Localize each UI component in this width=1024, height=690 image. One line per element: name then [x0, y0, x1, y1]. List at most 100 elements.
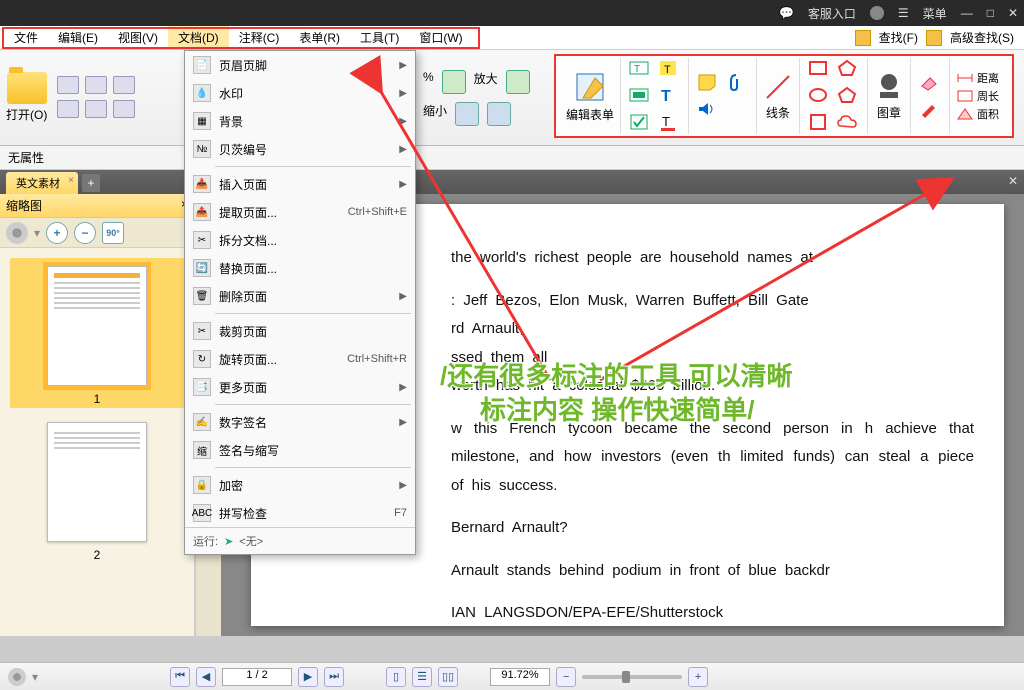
highlight-icon[interactable]: T — [656, 57, 680, 79]
thumbnail-page-2[interactable] — [47, 422, 147, 542]
tab-close-icon[interactable]: × — [68, 175, 74, 186]
button-icon[interactable] — [627, 84, 651, 106]
minimize-button[interactable]: — — [961, 6, 973, 20]
maximize-button[interactable]: □ — [987, 6, 994, 20]
rectangle-icon[interactable] — [806, 57, 830, 79]
advanced-find-icon[interactable] — [926, 30, 942, 46]
find-label[interactable]: 查找(F) — [879, 29, 918, 46]
thumbnails-panel: 缩略图 × ▾ + − 90° 1 2 — [0, 194, 195, 636]
dropdown-arrow-icon[interactable]: ▾ — [34, 226, 40, 240]
zoom-out-icon[interactable] — [506, 70, 530, 94]
page-number-input[interactable]: 1 / 2 — [222, 668, 292, 686]
menu-item[interactable]: №贝茨编号▶ — [185, 135, 415, 163]
camera-icon[interactable] — [113, 100, 135, 118]
pentagon-icon[interactable] — [835, 84, 859, 106]
menu-item-label: 替换页面... — [219, 260, 277, 277]
sound-icon[interactable] — [695, 98, 719, 120]
menu-item[interactable]: ABC拼写检查F7 — [185, 499, 415, 527]
text-color-icon[interactable]: T — [656, 111, 680, 133]
menu-item[interactable]: 💧水印▶ — [185, 79, 415, 107]
zoom-slider[interactable] — [582, 675, 682, 679]
close-button[interactable]: ✕ — [1008, 6, 1018, 20]
menu-document[interactable]: 文档(D) — [168, 26, 229, 49]
print-icon[interactable] — [57, 76, 79, 94]
note-icon[interactable] — [695, 71, 719, 93]
text-field-icon[interactable]: T — [627, 57, 651, 79]
menu-item[interactable]: 📄页眉页脚▶ — [185, 51, 415, 79]
zoom-in-icon[interactable] — [442, 70, 466, 94]
zoom-out-status-icon[interactable]: − — [556, 667, 576, 687]
menu-item[interactable]: 🔒加密▶ — [185, 471, 415, 499]
zoom-in-thumb-icon[interactable]: + — [46, 222, 68, 244]
email-icon[interactable] — [85, 76, 107, 94]
scan-icon[interactable] — [57, 100, 79, 118]
menu-item-icon: 📤 — [193, 203, 211, 221]
dropdown-footer[interactable]: 运行: ➤ <无> — [185, 527, 415, 554]
layout-single-icon[interactable]: ▯ — [386, 667, 406, 687]
submenu-arrow-icon: ▶ — [399, 382, 407, 393]
menu-item[interactable]: ✍数字签名▶ — [185, 408, 415, 436]
find-icon[interactable] — [855, 30, 871, 46]
cloud-icon[interactable] — [835, 111, 859, 133]
menu-view[interactable]: 视图(V) — [108, 26, 168, 49]
text-tool-icon[interactable]: T — [656, 84, 680, 106]
menu-item[interactable]: ✂裁剪页面 — [185, 317, 415, 345]
status-dropdown-icon[interactable]: ▾ — [32, 670, 38, 684]
rotate-icon[interactable] — [487, 102, 511, 126]
menu-window[interactable]: 窗口(W) — [409, 26, 472, 49]
distance-tool[interactable]: 距离 — [956, 70, 999, 86]
menu-item[interactable]: 📤提取页面...Ctrl+Shift+E — [185, 198, 415, 226]
menu-item-icon: 缩 — [193, 441, 211, 459]
avatar-icon[interactable] — [870, 6, 884, 20]
form-edit-group[interactable]: 编辑表单 — [560, 58, 621, 134]
save-icon[interactable] — [113, 76, 135, 94]
checkbox-icon[interactable] — [627, 111, 651, 133]
clipboard-icon[interactable] — [85, 100, 107, 118]
first-page-icon[interactable]: ⏮ — [170, 667, 190, 687]
lines-group[interactable]: 线条 — [757, 58, 800, 134]
status-gear-icon[interactable] — [8, 668, 26, 686]
menu-item[interactable]: ▦背景▶ — [185, 107, 415, 135]
open-button[interactable]: 打开(O) — [6, 72, 47, 123]
layout-continuous-icon[interactable]: ☰ — [412, 667, 432, 687]
pencil-icon[interactable] — [917, 98, 941, 120]
menu-label[interactable]: 菜单 — [923, 5, 947, 22]
zoom-in-status-icon[interactable]: + — [688, 667, 708, 687]
menu-item[interactable]: 📥插入页面▶ — [185, 170, 415, 198]
menu-edit[interactable]: 编辑(E) — [48, 26, 108, 49]
document-tab[interactable]: 英文素材 × — [6, 172, 78, 194]
menu-item[interactable]: 🔄替换页面... — [185, 254, 415, 282]
tabbar-close-icon[interactable]: ✕ — [1008, 174, 1018, 188]
zoom-out-thumb-icon[interactable]: − — [74, 222, 96, 244]
menu-item[interactable]: 📑更多页面▶ — [185, 373, 415, 401]
menu-tools[interactable]: 工具(T) — [350, 26, 409, 49]
advanced-find-label[interactable]: 高级查找(S) — [950, 29, 1014, 46]
polygon-icon[interactable] — [835, 57, 859, 79]
area-tool[interactable]: 面积 — [956, 106, 999, 122]
ellipse-icon[interactable] — [806, 84, 830, 106]
menu-forms[interactable]: 表单(R) — [289, 26, 350, 49]
service-entry[interactable]: 客服入口 — [808, 5, 856, 22]
rotate-thumb-icon[interactable]: 90° — [102, 222, 124, 244]
prev-page-icon[interactable]: ◀ — [196, 667, 216, 687]
stamp-group[interactable]: 图章 — [868, 58, 911, 134]
thumbnail-page-1[interactable] — [47, 266, 147, 386]
zoom-value-input[interactable]: 91.72% — [490, 668, 550, 686]
perimeter-tool[interactable]: 周长 — [956, 88, 999, 104]
menu-item[interactable]: 缩签名与缩写 — [185, 436, 415, 464]
doc-text: Bernard Arnault? — [451, 514, 974, 543]
menu-item[interactable]: ✂拆分文档... — [185, 226, 415, 254]
square-icon[interactable] — [806, 111, 830, 133]
menu-comment[interactable]: 注释(C) — [229, 26, 290, 49]
last-page-icon[interactable]: ⏭ — [324, 667, 344, 687]
new-tab-button[interactable]: + — [82, 174, 100, 192]
menu-item[interactable]: 🗑删除页面▶ — [185, 282, 415, 310]
next-page-icon[interactable]: ▶ — [298, 667, 318, 687]
fit-icon[interactable] — [455, 102, 479, 126]
layout-facing-icon[interactable]: ▯▯ — [438, 667, 458, 687]
menu-item[interactable]: ↻旋转页面...Ctrl+Shift+R — [185, 345, 415, 373]
eraser-icon[interactable] — [917, 71, 941, 93]
menu-file[interactable]: 文件 — [4, 26, 48, 49]
gear-icon[interactable] — [6, 222, 28, 244]
attachment-icon[interactable] — [724, 71, 748, 93]
